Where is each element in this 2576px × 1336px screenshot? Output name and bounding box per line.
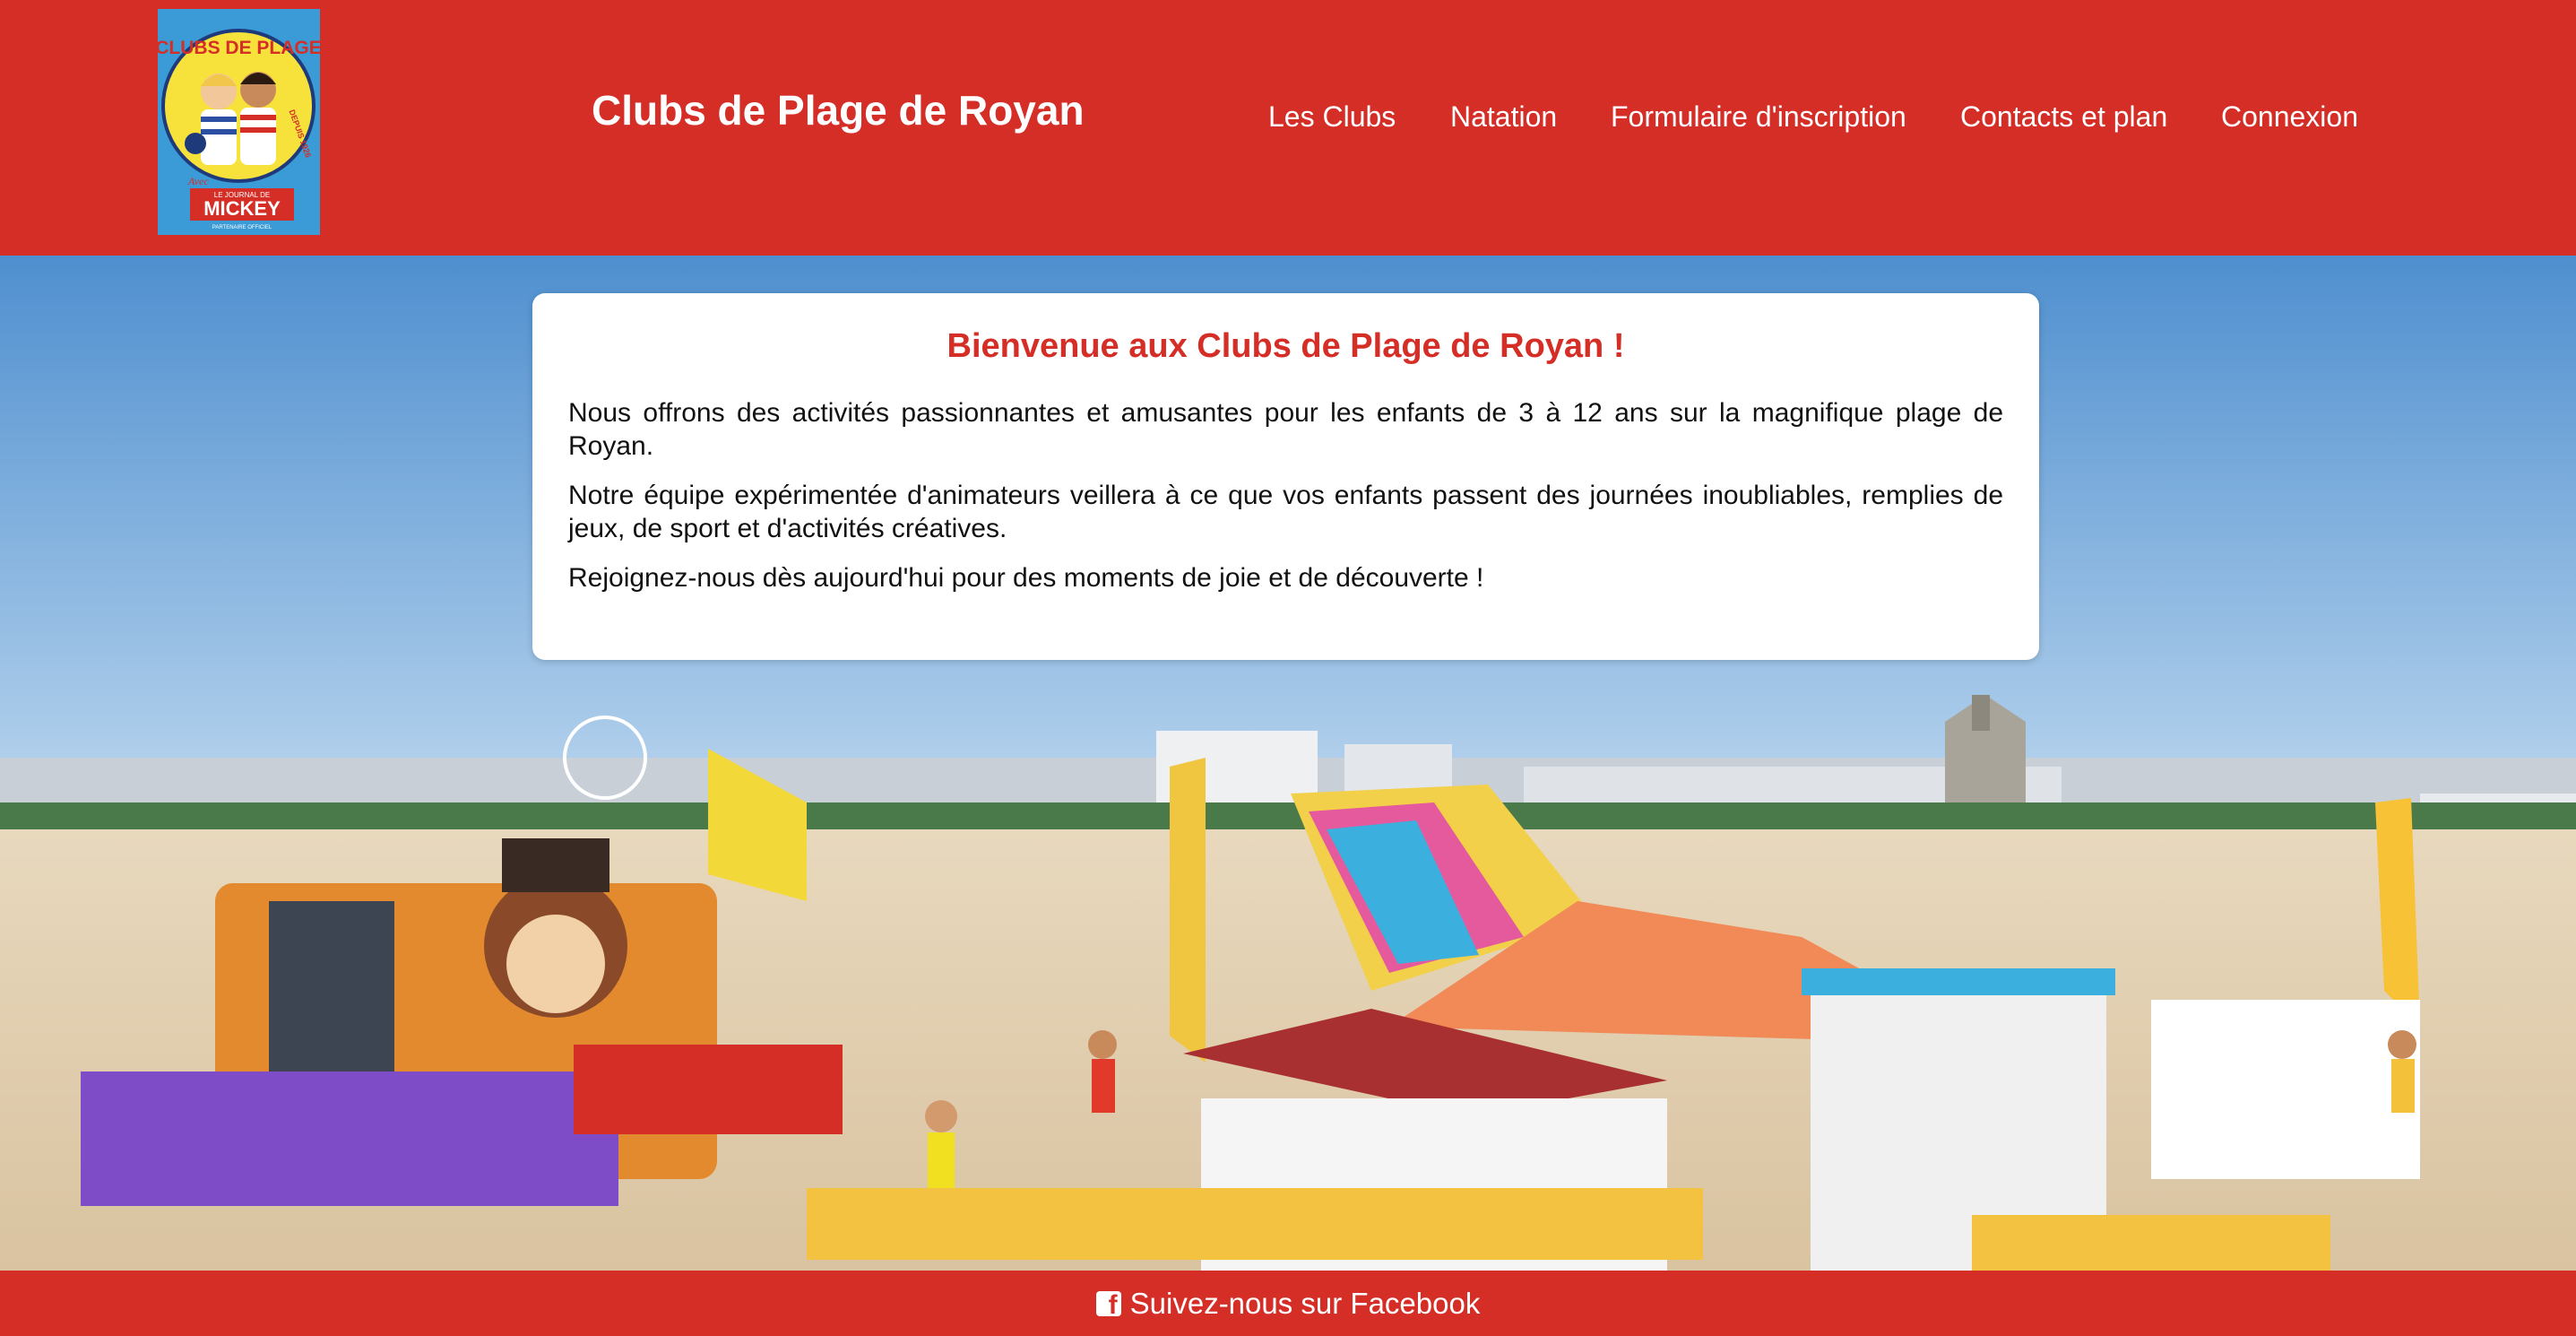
- nav-natation[interactable]: Natation: [1450, 100, 1557, 134]
- nav-formulaire-inscription[interactable]: Formulaire d'inscription: [1611, 100, 1906, 134]
- logo-mickey-text: MICKEY: [203, 197, 281, 220]
- site-header: CLUBS DE PLAGE DEPUIS 1926 Avec LE JOURN…: [0, 0, 2576, 256]
- welcome-card: Bienvenue aux Clubs de Plage de Royan ! …: [532, 293, 2039, 660]
- logo-partner-text: PARTENAIRE OFFICIEL: [212, 225, 272, 230]
- main-nav: Les Clubs Natation Formulaire d'inscript…: [0, 100, 2576, 145]
- logo-title-text: CLUBS DE PLAGE: [158, 38, 320, 58]
- nav-contacts-et-plan[interactable]: Contacts et plan: [1960, 100, 2167, 134]
- nav-les-clubs[interactable]: Les Clubs: [1268, 100, 1396, 134]
- welcome-paragraph-1: Nous offrons des activités passionnantes…: [568, 398, 2003, 461]
- facebook-link-label: Suivez-nous sur Facebook: [1129, 1286, 1481, 1320]
- welcome-paragraph-2: Notre équipe expérimentée d'animateurs v…: [568, 481, 2003, 543]
- nav-connexion[interactable]: Connexion: [2221, 100, 2358, 134]
- facebook-link[interactable]: f Suivez-nous sur Facebook: [1095, 1286, 1481, 1321]
- welcome-heading: Bienvenue aux Clubs de Plage de Royan !: [947, 327, 1625, 365]
- site-footer: f Suivez-nous sur Facebook: [0, 1271, 2576, 1336]
- logo-avec-text: Avec: [187, 175, 209, 187]
- welcome-paragraph-3: Rejoignez-nous dès aujourd'hui pour des …: [568, 563, 1484, 593]
- facebook-square-icon: f: [1095, 1290, 1121, 1318]
